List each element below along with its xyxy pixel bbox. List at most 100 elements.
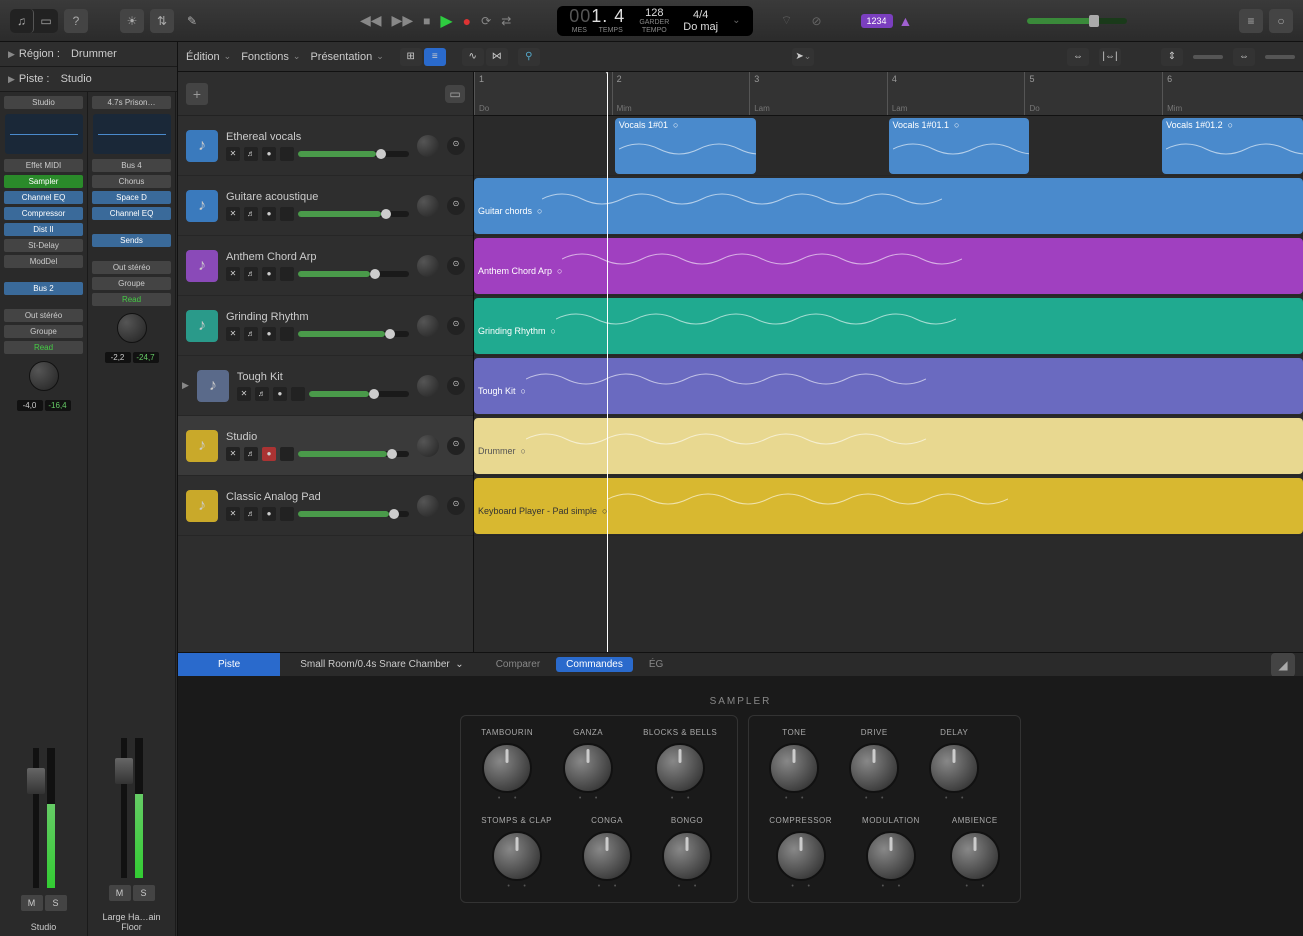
cycle-icon[interactable]: ⟳ (481, 14, 491, 28)
automation-icon[interactable]: ∿ (462, 48, 484, 66)
smart-controls-icon[interactable]: ☀ (120, 9, 144, 33)
rewind-icon[interactable]: ◀◀ (360, 12, 382, 29)
output-slot[interactable]: Out stéréo (92, 261, 171, 274)
view-grid-icon[interactable]: ⊞ (400, 48, 422, 66)
library-icon[interactable]: ♫ (10, 9, 34, 33)
metronome-icon[interactable]: ▲ (899, 13, 913, 29)
record-enable-icon[interactable]: ● (262, 207, 276, 221)
mute-icon[interactable]: ✕ (226, 447, 240, 461)
track-header[interactable]: ♪ Grinding Rhythm ✕ ♬ ● ⊙ (178, 296, 473, 356)
track-header[interactable]: ♪ Classic Analog Pad ✕ ♬ ● ⊙ (178, 476, 473, 536)
eq-thumbnail[interactable] (93, 114, 171, 154)
parameter-knob[interactable] (582, 831, 632, 881)
headphone-icon[interactable]: ♬ (244, 447, 258, 461)
track-pan-knob[interactable] (417, 435, 439, 457)
region-lane[interactable]: Drummer ○ (474, 416, 1303, 476)
input-monitor-icon[interactable] (280, 267, 294, 281)
input-monitor-icon[interactable] (280, 207, 294, 221)
help-icon[interactable]: ? (64, 9, 88, 33)
track-pan-knob[interactable] (417, 255, 439, 277)
track-icon[interactable]: ♪ (186, 130, 218, 162)
parameter-knob[interactable] (776, 831, 826, 881)
track-icon[interactable]: ♪ (186, 310, 218, 342)
parameter-knob[interactable] (849, 743, 899, 793)
record-enable-icon[interactable]: ● (262, 447, 276, 461)
region-inspector-header[interactable]: ▶ Région : Drummer (0, 42, 177, 67)
record-icon[interactable]: ● (463, 13, 471, 29)
track-icon[interactable]: ♪ (186, 190, 218, 222)
track-header[interactable]: ♪ Ethereal vocals ✕ ♬ ● ⊙ (178, 116, 473, 176)
track-pan-knob[interactable] (417, 315, 439, 337)
plugin-expand-icon[interactable]: ◢ (1271, 653, 1295, 677)
region-lane[interactable]: Grinding Rhythm ○ (474, 296, 1303, 356)
track-header[interactable]: ♪ Guitare acoustique ✕ ♬ ● ⊙ (178, 176, 473, 236)
input-monitor-icon[interactable] (291, 387, 305, 401)
mute-button[interactable]: M (109, 885, 131, 901)
mute-icon[interactable]: ✕ (226, 327, 240, 341)
headphone-icon[interactable]: ♬ (244, 507, 258, 521)
zoom-h-icon[interactable]: ⇔ (1067, 48, 1089, 66)
track-volume-slider[interactable] (298, 451, 409, 457)
flex-icon[interactable]: ⋈ (486, 48, 508, 66)
track-header[interactable]: ♪ Studio ✕ ♬ ● ⊙ (178, 416, 473, 476)
view-list-icon[interactable]: ≡ (424, 48, 446, 66)
insert-slot[interactable]: Space D (92, 191, 171, 204)
eg-button[interactable]: ÉG (637, 659, 675, 670)
stop-icon[interactable]: ■ (423, 14, 430, 28)
replace-icon[interactable]: ⇄ (501, 14, 511, 28)
parameter-knob[interactable] (950, 831, 1000, 881)
zoom-waveform-icon[interactable]: |⇔| (1099, 48, 1121, 66)
hzoom-slider[interactable] (1265, 55, 1295, 59)
ruler[interactable]: 1Do2Mim3Lam4Lam5Do6Mim (474, 72, 1303, 116)
headphone-icon[interactable]: ♬ (244, 267, 258, 281)
insert-slot[interactable]: Sampler (4, 175, 83, 188)
chevron-right-icon[interactable]: ▶ (182, 380, 189, 391)
region[interactable]: Drummer ○ (474, 418, 1303, 474)
global-tracks-icon[interactable]: ▭ (445, 85, 465, 103)
track-header[interactable]: ♪ Anthem Chord Arp ✕ ♬ ● ⊙ (178, 236, 473, 296)
timeline-area[interactable]: 1Do2Mim3Lam4Lam5Do6Mim Vocals 1#01 ○Voca… (474, 72, 1303, 652)
insert-slot[interactable]: Dist II (4, 223, 83, 236)
record-enable-icon[interactable]: ● (262, 507, 276, 521)
insert-slot[interactable]: ModDel (4, 255, 83, 268)
volume-fader[interactable] (33, 748, 39, 888)
parameter-knob[interactable] (866, 831, 916, 881)
snap-icon[interactable]: ⚲ (518, 48, 540, 66)
send-slot[interactable]: Sends (92, 234, 171, 247)
region[interactable]: Vocals 1#01 ○ (615, 118, 756, 174)
record-enable-icon[interactable]: ● (273, 387, 287, 401)
eq-thumbnail[interactable] (5, 114, 83, 154)
pan-knob[interactable] (117, 313, 147, 343)
strip-setting[interactable]: 4.7s Prison… (92, 96, 171, 109)
parameter-knob[interactable] (563, 743, 613, 793)
track-pan-knob[interactable] (417, 135, 439, 157)
automation-mode[interactable]: Read (4, 341, 83, 354)
hzoom-icon[interactable]: ⇔ (1233, 48, 1255, 66)
region-lane[interactable]: Tough Kit ○ (474, 356, 1303, 416)
count-in-badge[interactable]: 1234 (861, 14, 893, 28)
record-enable-icon[interactable]: ● (262, 147, 276, 161)
mixer-icon[interactable]: ⇅ (150, 9, 174, 33)
track-volume-slider[interactable] (298, 271, 409, 277)
lcd-display[interactable]: 001. 4 MES TEMPS 128 GARDER TEMPO 4/4 Do… (557, 6, 752, 36)
plugin-tab-piste[interactable]: Piste (178, 653, 280, 676)
region[interactable]: Anthem Chord Arp ○ (474, 238, 1303, 294)
menu-edition[interactable]: Édition ⌄ (186, 51, 231, 63)
parameter-knob[interactable] (655, 743, 705, 793)
output-slot[interactable]: Out stéréo (4, 309, 83, 322)
send-slot[interactable]: Bus 2 (4, 282, 83, 295)
volume-fader[interactable] (121, 738, 127, 878)
parameter-knob[interactable] (929, 743, 979, 793)
insert-slot[interactable]: Compressor (4, 207, 83, 220)
track-options-icon[interactable]: ⊙ (447, 137, 465, 155)
pan-knob[interactable] (29, 361, 59, 391)
parameter-knob[interactable] (492, 831, 542, 881)
parameter-knob[interactable] (482, 743, 532, 793)
input-monitor-icon[interactable] (280, 507, 294, 521)
region-lane[interactable]: Keyboard Player - Pad simple ○ (474, 476, 1303, 536)
track-icon[interactable]: ♪ (186, 430, 218, 462)
track-icon[interactable]: ♪ (197, 370, 229, 402)
play-icon[interactable]: ▶ (440, 11, 452, 31)
parameter-knob[interactable] (662, 831, 712, 881)
record-enable-icon[interactable]: ● (262, 267, 276, 281)
